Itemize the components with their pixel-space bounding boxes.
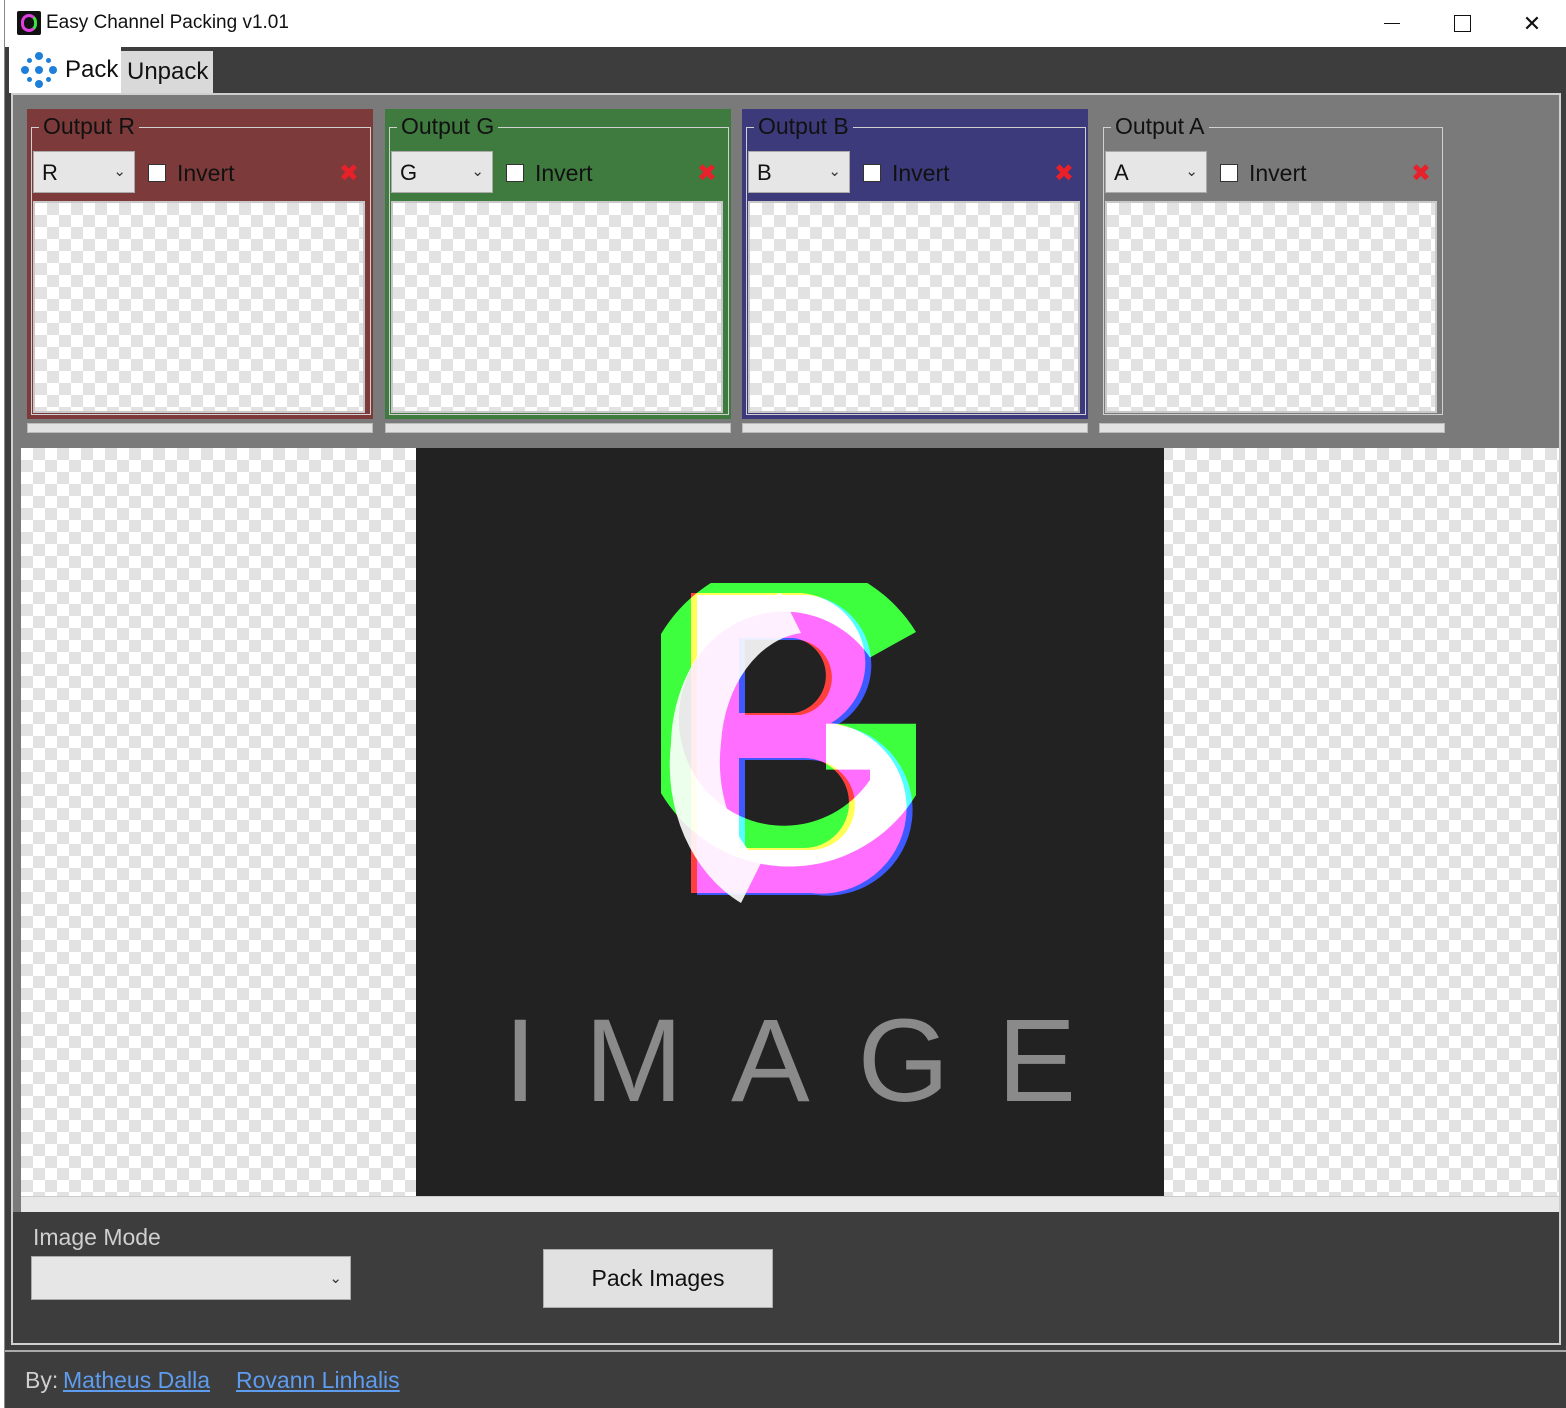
output-r-legend: Output R bbox=[39, 113, 140, 140]
chevron-down-icon: ⌄ bbox=[329, 1270, 342, 1287]
author-link-matheus[interactable]: Matheus Dalla bbox=[63, 1367, 210, 1394]
output-a-channel-value: A bbox=[1114, 160, 1129, 185]
output-g-scrollbar[interactable] bbox=[385, 423, 731, 433]
minimize-icon bbox=[1384, 22, 1400, 25]
app-window: Easy Channel Packing v1.01 ✕ Pack Unpack bbox=[4, 0, 1566, 1408]
output-g-channel-value: G bbox=[400, 160, 418, 185]
tab-unpack[interactable]: Unpack bbox=[121, 51, 213, 93]
output-r-invert-checkbox[interactable] bbox=[148, 164, 166, 182]
by-label: By: bbox=[25, 1367, 59, 1393]
output-a-legend: Output A bbox=[1111, 113, 1209, 140]
close-icon: ✕ bbox=[1522, 10, 1542, 36]
window-title: Easy Channel Packing v1.01 bbox=[46, 12, 289, 33]
bottom-controls: Image Mode ⌄ Pack Images bbox=[13, 1212, 1559, 1343]
output-a-invert-label[interactable]: Invert bbox=[1249, 160, 1307, 187]
output-r-invert-label[interactable]: Invert bbox=[177, 160, 235, 187]
output-a-group: Output A A ⌄ Invert ✖ bbox=[1099, 109, 1445, 433]
packed-preview[interactable]: IMAGE bbox=[21, 448, 1559, 1196]
author-link-rovann[interactable]: Rovann Linhalis bbox=[236, 1367, 400, 1394]
output-r-group: Output R R ⌄ Invert ✖ bbox=[27, 109, 373, 433]
tab-unpack-label: Unpack bbox=[127, 58, 209, 85]
output-g-group: Output G G ⌄ Invert ✖ bbox=[385, 109, 731, 433]
tab-strip: Pack Unpack bbox=[5, 47, 1566, 93]
image-word-text: IMAGE bbox=[503, 995, 1125, 1127]
chevron-down-icon: ⌄ bbox=[113, 163, 126, 180]
output-b-invert-checkbox[interactable] bbox=[863, 164, 881, 182]
pack-icon bbox=[21, 52, 57, 88]
output-g-remove-icon[interactable]: ✖ bbox=[697, 159, 717, 188]
image-mode-label: Image Mode bbox=[33, 1224, 161, 1250]
output-r-scrollbar[interactable] bbox=[27, 423, 373, 433]
pack-images-button[interactable]: Pack Images bbox=[543, 1249, 773, 1308]
output-g-invert-label[interactable]: Invert bbox=[535, 160, 593, 187]
output-b-invert-label[interactable]: Invert bbox=[892, 160, 950, 187]
close-button[interactable]: ✕ bbox=[1497, 0, 1566, 47]
output-r-channel-value: R bbox=[42, 160, 58, 185]
maximize-icon bbox=[1453, 15, 1471, 32]
output-a-preview[interactable] bbox=[1105, 201, 1437, 413]
output-a-scrollbar[interactable] bbox=[1099, 423, 1445, 433]
output-r-remove-icon[interactable]: ✖ bbox=[339, 159, 359, 188]
minimize-button[interactable] bbox=[1357, 0, 1427, 47]
maximize-button[interactable] bbox=[1427, 0, 1497, 47]
rgb-logo-image bbox=[661, 583, 916, 903]
output-a-invert-checkbox[interactable] bbox=[1220, 164, 1238, 182]
title-bar: Easy Channel Packing v1.01 ✕ bbox=[5, 0, 1566, 47]
preview-scrollbar[interactable] bbox=[21, 1196, 1559, 1212]
packed-image: IMAGE bbox=[416, 448, 1164, 1196]
output-g-legend: Output G bbox=[397, 113, 499, 140]
chevron-down-icon: ⌄ bbox=[1185, 163, 1198, 180]
output-b-scrollbar[interactable] bbox=[742, 423, 1088, 433]
output-g-preview[interactable] bbox=[391, 201, 723, 413]
output-b-channel-select[interactable]: B ⌄ bbox=[748, 151, 850, 193]
tab-pack[interactable]: Pack bbox=[9, 47, 121, 93]
output-b-remove-icon[interactable]: ✖ bbox=[1054, 159, 1074, 188]
app-icon bbox=[17, 11, 41, 35]
output-b-preview[interactable] bbox=[748, 201, 1080, 413]
footer: By: Matheus Dalla Rovann Linhalis bbox=[5, 1350, 1566, 1408]
tab-pack-label: Pack bbox=[65, 56, 119, 83]
output-r-preview[interactable] bbox=[33, 201, 365, 413]
chevron-down-icon: ⌄ bbox=[828, 163, 841, 180]
output-b-channel-value: B bbox=[757, 160, 772, 185]
output-g-channel-select[interactable]: G ⌄ bbox=[391, 151, 493, 193]
output-b-group: Output B B ⌄ Invert ✖ bbox=[742, 109, 1088, 433]
chevron-down-icon: ⌄ bbox=[471, 163, 484, 180]
output-a-channel-select[interactable]: A ⌄ bbox=[1105, 151, 1207, 193]
pack-panel: Output R R ⌄ Invert ✖ Output G G ⌄ Inver… bbox=[11, 93, 1561, 1345]
output-g-invert-checkbox[interactable] bbox=[506, 164, 524, 182]
output-a-remove-icon[interactable]: ✖ bbox=[1411, 159, 1431, 188]
output-b-legend: Output B bbox=[754, 113, 853, 140]
image-mode-select[interactable]: ⌄ bbox=[31, 1256, 351, 1300]
output-r-channel-select[interactable]: R ⌄ bbox=[33, 151, 135, 193]
